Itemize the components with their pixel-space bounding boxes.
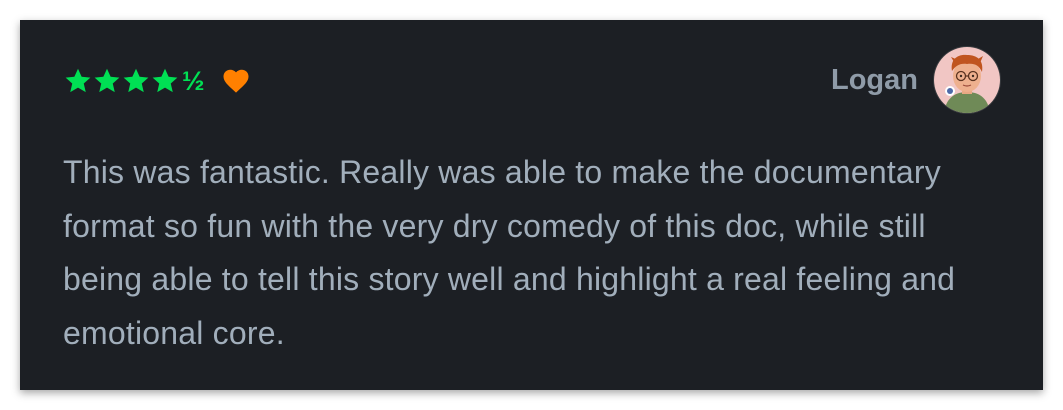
review-rating: ½: [63, 64, 251, 98]
star-icon: [65, 68, 91, 93]
review-author[interactable]: Logan: [831, 47, 1000, 113]
avatar[interactable]: [934, 47, 1000, 113]
star-icon: [152, 68, 178, 93]
review-card: ½ Logan This was fantastic. Really was a…: [20, 20, 1043, 390]
half-star-glyph: ½: [182, 65, 204, 96]
review-text: This was fantastic. Really was able to m…: [63, 154, 956, 351]
username[interactable]: Logan: [831, 64, 918, 97]
heart-icon: [223, 69, 249, 93]
avatar-illustration: [934, 47, 1000, 113]
star-icon: [123, 68, 149, 93]
star-rating: ½: [63, 65, 204, 96]
star-icon: [94, 68, 120, 93]
